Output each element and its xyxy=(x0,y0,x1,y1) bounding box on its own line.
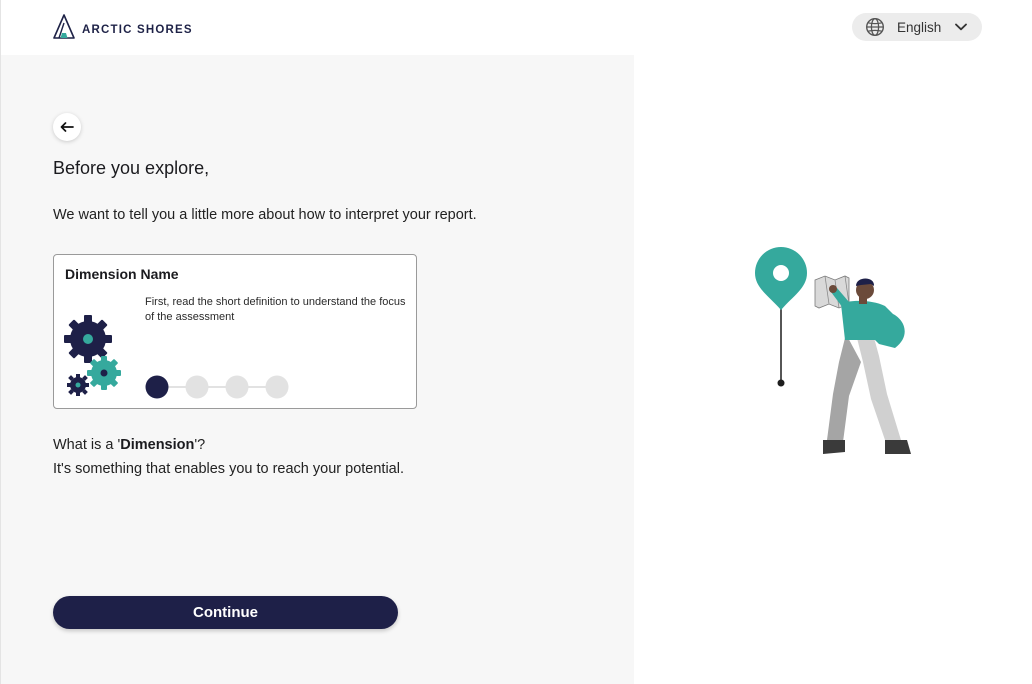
question-prefix: What is a ' xyxy=(53,437,121,453)
top-bar: ARCTIC SHORES English xyxy=(1,0,1032,55)
card-title: Dimension Name xyxy=(65,266,179,282)
brand-logo[interactable]: ARCTIC SHORES xyxy=(52,14,193,45)
intro-text: We want to tell you a little more about … xyxy=(53,207,477,223)
step-dot xyxy=(185,375,209,399)
question-suffix: '? xyxy=(194,437,206,453)
chevron-down-icon xyxy=(953,23,968,31)
back-button[interactable] xyxy=(53,113,81,141)
step-dot-active xyxy=(145,375,169,399)
step-dot xyxy=(265,375,289,399)
question-term: Dimension xyxy=(120,437,195,453)
globe-icon xyxy=(865,17,885,37)
language-selector[interactable]: English xyxy=(852,13,982,41)
explorer-illustration xyxy=(751,244,921,459)
step-indicator xyxy=(144,374,294,400)
language-label: English xyxy=(897,19,942,35)
page-heading: Before you explore, xyxy=(53,158,210,178)
gears-icon xyxy=(63,313,125,403)
dimension-question: What is a 'Dimension'? xyxy=(53,437,205,453)
arctic-shores-logo-icon xyxy=(52,14,76,45)
dimension-answer: It's something that enables you to reach… xyxy=(53,461,404,477)
step-dot xyxy=(225,375,249,399)
brand-name: ARCTIC SHORES xyxy=(82,23,193,36)
continue-button[interactable]: Continue xyxy=(53,596,398,629)
arrow-left-icon xyxy=(60,122,74,132)
dimension-example-card: Dimension Name First, read the short def… xyxy=(53,254,417,409)
card-description: First, read the short definition to unde… xyxy=(145,296,406,323)
